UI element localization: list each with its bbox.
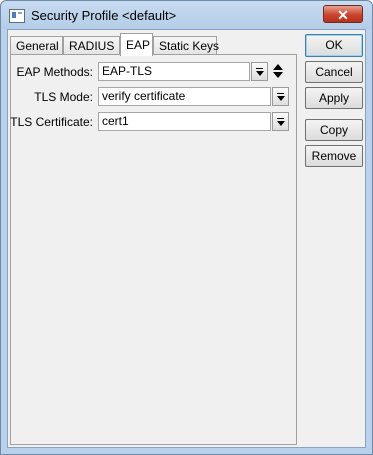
tls-mode-dropdown-button[interactable] [272, 87, 289, 106]
close-button[interactable]: ✕ [323, 5, 363, 23]
eap-methods-row: EAP Methods: EAP-TLS [11, 62, 298, 82]
security-profile-window: Security Profile <default> ✕ General RAD… [0, 0, 373, 455]
close-icon: ✕ [337, 7, 349, 23]
tls-mode-field[interactable]: verify certificate [98, 87, 271, 106]
tls-mode-label: TLS Mode: [34, 90, 93, 104]
tab-eap[interactable]: EAP [120, 33, 153, 56]
tab-general[interactable]: General [10, 36, 63, 55]
dialog-client-area: General RADIUS EAP Static Keys EAP Metho… [7, 29, 366, 448]
eap-methods-add-remove-arrows[interactable] [272, 63, 284, 80]
arrow-down-icon[interactable] [273, 72, 283, 78]
ok-button[interactable]: OK [305, 34, 363, 57]
eap-tab-panel: EAP Methods: EAP-TLS TLS Mode: verify ce… [10, 54, 297, 445]
tab-radius[interactable]: RADIUS [63, 36, 120, 55]
cancel-button[interactable]: Cancel [305, 61, 363, 83]
tls-certificate-field[interactable]: cert1 [98, 112, 271, 131]
tls-mode-row: TLS Mode: verify certificate [11, 87, 298, 107]
title-bar[interactable]: Security Profile <default> ✕ [1, 1, 372, 29]
window-title: Security Profile <default> [31, 8, 177, 23]
app-window-icon [9, 9, 25, 23]
arrow-up-icon[interactable] [273, 64, 283, 70]
tab-static-keys[interactable]: Static Keys [153, 36, 219, 55]
apply-button[interactable]: Apply [305, 87, 363, 109]
copy-button[interactable]: Copy [305, 119, 363, 141]
tls-certificate-row: TLS Certificate: cert1 [10, 112, 298, 132]
tls-certificate-dropdown-button[interactable] [272, 112, 289, 131]
tls-certificate-label: TLS Certificate: [10, 115, 93, 129]
remove-button[interactable]: Remove [305, 145, 363, 167]
eap-methods-dropdown-button[interactable] [251, 62, 268, 81]
eap-methods-label: EAP Methods: [16, 65, 94, 79]
eap-methods-field[interactable]: EAP-TLS [98, 62, 250, 81]
